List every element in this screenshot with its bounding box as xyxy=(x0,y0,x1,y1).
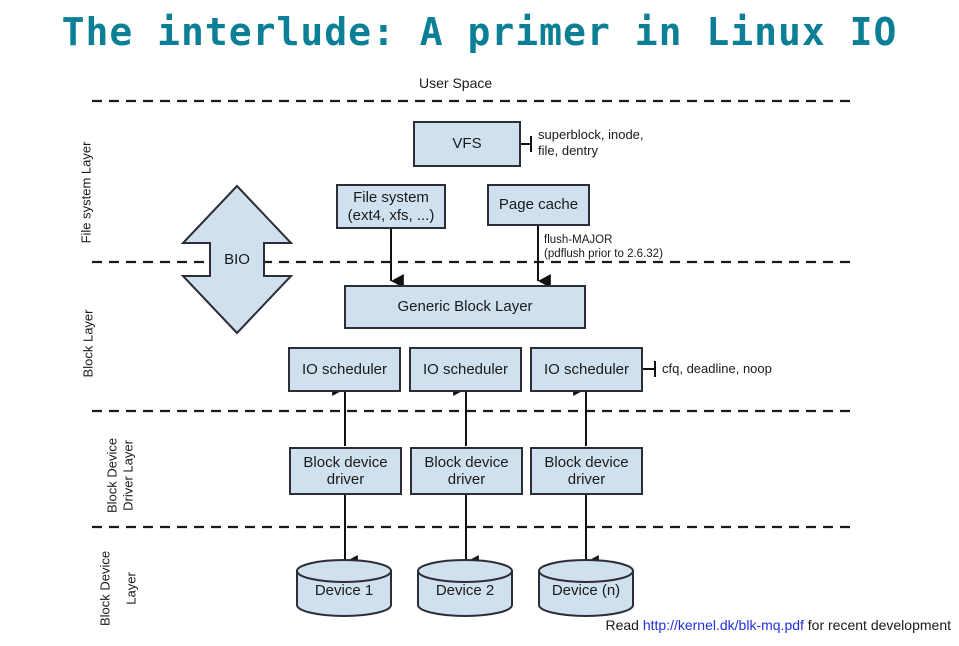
footer-read-suffix: for recent development xyxy=(803,617,951,633)
footer-read-prefix: Read xyxy=(605,617,643,633)
vfs-box[interactable]: VFS xyxy=(413,121,521,167)
driver-label-2-line2: driver xyxy=(447,471,486,488)
driver-label-1-line1: Block device xyxy=(303,453,388,471)
io-scheduler-box-1[interactable]: IO scheduler xyxy=(288,347,401,392)
linux-io-stack-diagram: File system Layer Block Layer Block Devi… xyxy=(0,0,959,639)
bio-label: BIO xyxy=(224,251,250,268)
layer-label-block-device-driver-line1: Block Device xyxy=(104,437,120,514)
driver-label-3-line2: driver xyxy=(567,471,606,488)
block-device-driver-box-3[interactable]: Block device driver xyxy=(530,447,643,495)
layer-label-file-system: File system Layer xyxy=(78,141,94,244)
blk-mq-pdf-link[interactable]: http://kernel.dk/blk-mq.pdf xyxy=(643,617,804,633)
flush-annotation-line2: (pdflush prior to 2.6.32) xyxy=(544,248,663,261)
io-scheduler-box-3[interactable]: IO scheduler xyxy=(530,347,643,392)
generic-block-layer-box[interactable]: Generic Block Layer xyxy=(344,285,586,329)
page-cache-box[interactable]: Page cache xyxy=(487,184,590,226)
generic-block-layer-label: Generic Block Layer xyxy=(397,298,533,316)
scheduler-annotation: cfq, deadline, noop xyxy=(662,361,772,376)
driver-label-2-line1: Block device xyxy=(424,453,509,471)
vfs-annotation-line1: superblock, inode, xyxy=(538,127,644,142)
file-system-box[interactable]: File system (ext4, xfs, ...) xyxy=(336,184,446,229)
file-system-box-label-line1: File system xyxy=(353,189,429,207)
user-space-label: User Space xyxy=(419,75,493,91)
io-scheduler-label-1: IO scheduler xyxy=(301,360,388,378)
device-cylinder-1 xyxy=(296,559,392,617)
layer-label-block-device-line1: Block Device xyxy=(97,550,113,627)
flush-annotation-line1: flush-MAJOR xyxy=(544,234,613,246)
block-device-driver-box-2[interactable]: Block device driver xyxy=(410,447,523,495)
io-scheduler-box-2[interactable]: IO scheduler xyxy=(409,347,522,392)
device-cylinder-2 xyxy=(417,559,513,617)
flush-annotation: flush-MAJOR (pdflush prior to 2.6.32) xyxy=(544,233,663,262)
io-scheduler-label-2: IO scheduler xyxy=(422,360,509,378)
block-device-driver-box-1[interactable]: Block device driver xyxy=(289,447,402,495)
vfs-annotation: superblock, inode, file, dentry xyxy=(538,127,644,160)
page-cache-box-label: Page cache xyxy=(498,196,579,214)
io-scheduler-label-3: IO scheduler xyxy=(543,360,630,378)
vfs-annotation-line2: file, dentry xyxy=(538,143,598,159)
layer-label-block-device-line2: Layer xyxy=(123,572,139,605)
vfs-box-label: VFS xyxy=(452,135,482,153)
driver-label-3-line1: Block device xyxy=(544,453,629,471)
driver-label-1-line2: driver xyxy=(326,471,365,488)
scheduler-bracket-connector xyxy=(643,361,656,377)
layer-label-block: Block Layer xyxy=(80,309,96,378)
layer-label-block-device-driver-line2: Driver Layer xyxy=(120,440,136,511)
device-cylinder-3 xyxy=(538,559,634,617)
file-system-box-label-line2: (ext4, xfs, ...) xyxy=(347,206,435,224)
vfs-bracket-connector xyxy=(521,136,532,152)
footer-note: Read http://kernel.dk/blk-mq.pdf for rec… xyxy=(605,617,951,633)
